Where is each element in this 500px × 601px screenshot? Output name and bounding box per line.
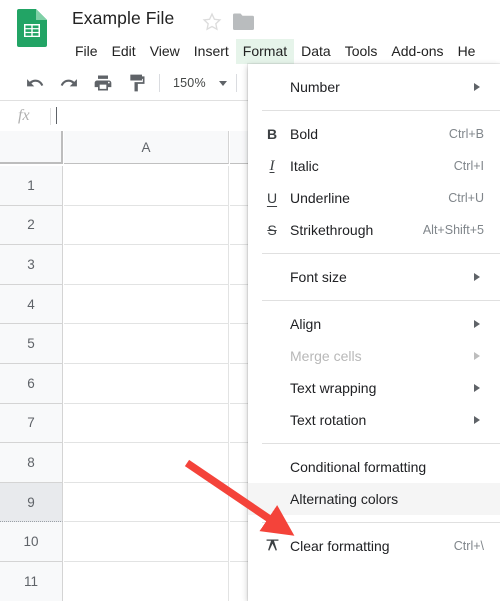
menu-option-label: Text wrapping <box>290 380 377 396</box>
row-header-7[interactable]: 7 <box>0 403 63 444</box>
menu-item-insert[interactable]: Insert <box>187 39 236 64</box>
cell-A1[interactable] <box>64 166 229 206</box>
submenu-arrow-icon <box>474 352 480 360</box>
row-header-6[interactable]: 6 <box>0 364 63 404</box>
submenu-arrow-icon <box>474 416 480 424</box>
underline-icon: U <box>266 190 278 206</box>
row-header-4[interactable]: 4 <box>0 284 63 325</box>
row-header-8[interactable]: 8 <box>0 443 63 483</box>
document-title[interactable]: Example File <box>72 8 174 29</box>
strikethrough-icon: S <box>267 222 277 238</box>
format-menu-dropdown: Number B Bold Ctrl+B I Italic Ctrl+I U Underline… <box>248 64 500 601</box>
submenu-arrow-icon <box>474 320 480 328</box>
menu-item-data[interactable]: Data <box>294 39 338 64</box>
menu-option-label: Conditional formatting <box>290 459 427 475</box>
cell-A7[interactable] <box>64 403 229 444</box>
menu-option-label: Merge cells <box>290 348 362 364</box>
select-all-corner[interactable] <box>0 131 63 164</box>
menu-option-font-size[interactable]: Font size <box>248 261 500 293</box>
menu-option-label: Number <box>290 79 340 95</box>
print-icon[interactable] <box>93 73 113 93</box>
menu-option-shortcut: Ctrl+I <box>453 159 484 173</box>
menu-option-label: Underline <box>290 190 350 206</box>
menu-option-shortcut: Ctrl+B <box>448 127 484 141</box>
zoom-dropdown[interactable]: 150% <box>169 74 231 92</box>
menu-option-number[interactable]: Number <box>248 71 500 103</box>
menu-option-merge-cells: Merge cells <box>248 340 500 372</box>
row-header-11[interactable]: 11 <box>0 562 63 601</box>
zoom-level-value: 150% <box>173 76 206 90</box>
menu-option-label: Italic <box>290 158 319 174</box>
cell-A9[interactable] <box>64 482 229 523</box>
menu-item-edit[interactable]: Edit <box>105 39 143 64</box>
menu-option-text-wrapping[interactable]: Text wrapping <box>248 372 500 404</box>
menu-separator <box>262 253 500 254</box>
folder-icon[interactable] <box>233 13 254 30</box>
menu-item-help[interactable]: He <box>451 39 483 64</box>
sheets-document-icon[interactable] <box>17 9 47 47</box>
menu-option-text-rotation[interactable]: Text rotation <box>248 404 500 436</box>
star-icon[interactable] <box>202 12 222 32</box>
paint-format-icon[interactable] <box>127 73 147 93</box>
row-header-2[interactable]: 2 <box>0 205 63 246</box>
menu-item-tools[interactable]: Tools <box>338 39 385 64</box>
menu-separator <box>262 522 500 523</box>
cell-A6[interactable] <box>64 364 229 404</box>
cell-A5[interactable] <box>64 324 229 364</box>
formula-bar-divider <box>50 107 51 125</box>
menu-separator <box>262 300 500 301</box>
menu-option-label: Align <box>290 316 322 332</box>
cell-A4[interactable] <box>64 284 229 325</box>
menu-option-label: Text rotation <box>290 412 367 428</box>
function-icon: fx <box>18 107 30 124</box>
menu-option-align[interactable]: Align <box>248 308 500 340</box>
clear-formatting-icon <box>262 537 282 555</box>
menu-option-underline[interactable]: U Underline Ctrl+U <box>248 182 500 214</box>
menu-option-bold[interactable]: B Bold Ctrl+B <box>248 118 500 150</box>
text-cursor <box>56 107 57 124</box>
menu-option-conditional-formatting[interactable]: Conditional formatting <box>248 451 500 483</box>
menu-option-alternating-colors[interactable]: Alternating colors <box>248 483 500 515</box>
menu-option-label: Font size <box>290 269 347 285</box>
cell-A3[interactable] <box>64 245 229 285</box>
row-header-5[interactable]: 5 <box>0 324 63 364</box>
cell-A11[interactable] <box>64 562 229 601</box>
column-header-a[interactable]: A <box>64 131 229 164</box>
menu-option-label: Clear formatting <box>290 538 390 554</box>
menu-option-label: Strikethrough <box>290 222 374 238</box>
row-header-3[interactable]: 3 <box>0 245 63 285</box>
toolbar-divider <box>159 74 160 92</box>
menu-option-label: Alternating colors <box>290 491 399 507</box>
menu-separator <box>262 110 500 111</box>
chevron-down-icon <box>218 80 227 86</box>
redo-icon[interactable] <box>59 73 79 93</box>
bold-icon: B <box>266 126 278 142</box>
menu-separator <box>262 443 500 444</box>
row-header-10[interactable]: 10 <box>0 522 63 562</box>
menu-item-file[interactable]: File <box>68 39 105 64</box>
menu-item-view[interactable]: View <box>143 39 187 64</box>
row-header-9[interactable]: 9 <box>0 482 63 523</box>
submenu-arrow-icon <box>474 273 480 281</box>
menu-option-label: Bold <box>290 126 319 142</box>
menu-option-strikethrough[interactable]: S Strikethrough Alt+Shift+5 <box>248 214 500 246</box>
menu-option-shortcut: Alt+Shift+5 <box>422 223 484 237</box>
cell-A2[interactable] <box>64 205 229 246</box>
submenu-arrow-icon <box>474 83 480 91</box>
menu-bar: File Edit View Insert Format Data Tools … <box>68 39 482 64</box>
menu-option-clear-formatting[interactable]: Clear formatting Ctrl+\ <box>248 530 500 562</box>
toolbar-divider-2 <box>235 74 237 92</box>
menu-item-format[interactable]: Format <box>235 39 295 64</box>
menu-option-shortcut: Ctrl+U <box>448 191 484 205</box>
menu-option-italic[interactable]: I Italic Ctrl+I <box>248 150 500 182</box>
submenu-arrow-icon <box>474 384 480 392</box>
undo-icon[interactable] <box>25 73 45 93</box>
menu-item-addons[interactable]: Add-ons <box>384 39 450 64</box>
app-header: Example File File Edit View Insert Forma… <box>0 0 500 64</box>
menu-option-shortcut: Ctrl+\ <box>453 539 484 553</box>
cell-A10[interactable] <box>64 522 229 562</box>
italic-icon: I <box>269 158 275 174</box>
cell-A8[interactable] <box>64 443 229 483</box>
row-header-1[interactable]: 1 <box>0 166 63 206</box>
